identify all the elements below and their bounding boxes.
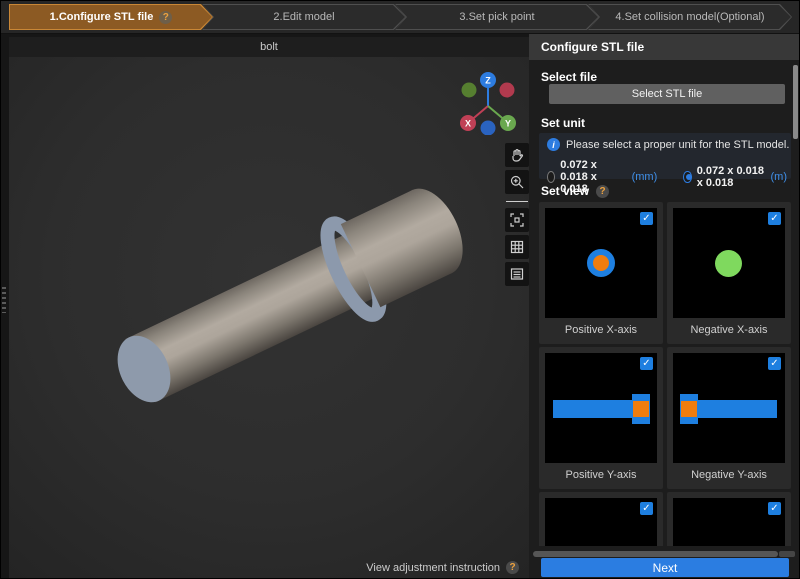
radio-mm-icon[interactable] [547, 171, 555, 183]
gizmo-neg-x-icon [500, 83, 515, 98]
gizmo-z-label: Z [485, 76, 491, 86]
set-unit-heading: Set unit [541, 116, 585, 130]
gizmo-neg-z-icon [481, 121, 496, 136]
view-tile-positive-x-axis[interactable]: Positive X-axis [539, 202, 663, 344]
positive-y-thumbnail[interactable] [545, 353, 657, 463]
zoom-in-icon[interactable] [505, 170, 529, 194]
set-unit-box: i Please select a proper unit for the ST… [539, 133, 791, 179]
negative-y-checkbox[interactable] [768, 357, 781, 370]
unit-m-label: (m) [771, 171, 788, 183]
negative-x-checkbox[interactable] [768, 212, 781, 225]
unit-mm-label: (mm) [632, 171, 658, 183]
view-label: Negative X-axis [673, 318, 785, 342]
partial-1-checkbox[interactable] [640, 502, 653, 515]
configure-stl-panel: Configure STL file Select file Select ST… [529, 34, 800, 579]
set-view-heading-label: Set view [541, 184, 589, 198]
app-window: 1.Configure STL file ? 2.Edit model 3.Se… [0, 0, 800, 579]
view-adjustment-label: View adjustment instruction [366, 562, 500, 574]
step-edit-model[interactable]: 2.Edit model [202, 4, 406, 30]
step-1-label: 1.Configure STL file [50, 11, 154, 23]
positive-x-checkbox[interactable] [640, 212, 653, 225]
negative-y-orange-icon [681, 401, 697, 417]
gizmo-neg-y-icon [462, 83, 477, 98]
view-tile-negative-x-axis[interactable]: Negative X-axis [667, 202, 791, 344]
positive-y-orange-icon [633, 401, 649, 417]
model-title: bolt [9, 37, 529, 57]
scrollbar-corner[interactable] [779, 551, 795, 557]
panel-drag-handle[interactable] [2, 287, 6, 313]
list-icon[interactable] [505, 262, 529, 286]
set-view-help-icon[interactable]: ? [596, 185, 609, 198]
view-tile-partial-2[interactable] [667, 492, 791, 546]
wizard-bar: 1.Configure STL file ? 2.Edit model 3.Se… [1, 1, 800, 34]
partial-2-checkbox[interactable] [768, 502, 781, 515]
set-view-heading: Set view ? [541, 184, 609, 198]
gizmo-y-label: Y [505, 119, 511, 129]
bolt-3d-model[interactable] [9, 57, 529, 579]
negative-x-thumbnail[interactable] [673, 208, 785, 318]
viewport-region: bolt [1, 34, 529, 579]
step-2-label: 2.Edit model [273, 11, 334, 23]
unit-option-m[interactable]: 0.072 x 0.018 x 0.018 (m) [683, 165, 787, 189]
view-tile-negative-y-axis[interactable]: Negative Y-axis [667, 347, 791, 489]
toolbar-separator [506, 201, 528, 202]
partial-thumbnail-2[interactable] [673, 498, 785, 546]
axis-gizmo[interactable]: Z X Y [455, 69, 521, 135]
gizmo-x-label: X [465, 119, 471, 129]
view-label: Negative Y-axis [673, 463, 785, 487]
view-tile-partial-1[interactable] [539, 492, 663, 546]
grid-icon[interactable] [505, 235, 529, 259]
step-3-label: 3.Set pick point [459, 11, 534, 23]
fit-view-icon[interactable] [505, 208, 529, 232]
positive-x-thumbnail[interactable] [545, 208, 657, 318]
step-set-collision-model[interactable]: 4.Set collision model(Optional) [588, 4, 792, 30]
unit-m-size: 0.072 x 0.018 x 0.018 [697, 165, 766, 189]
view-grid-scroll-area[interactable]: Positive X-axis Negative X-axis [539, 202, 791, 546]
positive-x-shape-icon [587, 249, 615, 277]
step-set-pick-point[interactable]: 3.Set pick point [395, 4, 599, 30]
negative-x-shape-icon [715, 250, 742, 277]
view-grid: Positive X-axis Negative X-axis [539, 202, 791, 546]
unit-info-row: i Please select a proper unit for the ST… [547, 138, 789, 151]
unit-info-text: Please select a proper unit for the STL … [566, 139, 789, 151]
step-4-label: 4.Set collision model(Optional) [615, 11, 764, 23]
view-tile-positive-y-axis[interactable]: Positive Y-axis [539, 347, 663, 489]
view-adjustment-instruction[interactable]: View adjustment instruction ? [366, 561, 519, 574]
next-button[interactable]: Next [541, 558, 789, 577]
vertical-scrollbar[interactable] [793, 65, 798, 139]
view-label: Positive Y-axis [545, 463, 657, 487]
step-configure-stl-file[interactable]: 1.Configure STL file ? [9, 4, 213, 30]
info-icon: i [547, 138, 560, 151]
wizard-steps: 1.Configure STL file ? 2.Edit model 3.Se… [9, 4, 792, 30]
view-label: Positive X-axis [545, 318, 657, 342]
step-1-help-icon[interactable]: ? [159, 11, 172, 24]
partial-thumbnail-1[interactable] [545, 498, 657, 546]
3d-viewport[interactable]: Z X Y [9, 57, 529, 579]
view-adjustment-help-icon[interactable]: ? [506, 561, 519, 574]
positive-y-checkbox[interactable] [640, 357, 653, 370]
negative-y-thumbnail[interactable] [673, 353, 785, 463]
panel-title: Configure STL file [529, 34, 800, 60]
select-file-heading: Select file [541, 70, 597, 84]
viewport-toolbar [505, 143, 529, 289]
pan-hand-icon[interactable] [505, 143, 529, 167]
select-stl-file-button[interactable]: Select STL file [549, 84, 785, 104]
radio-m-icon[interactable] [683, 171, 691, 183]
horizontal-scrollbar[interactable] [533, 551, 778, 557]
